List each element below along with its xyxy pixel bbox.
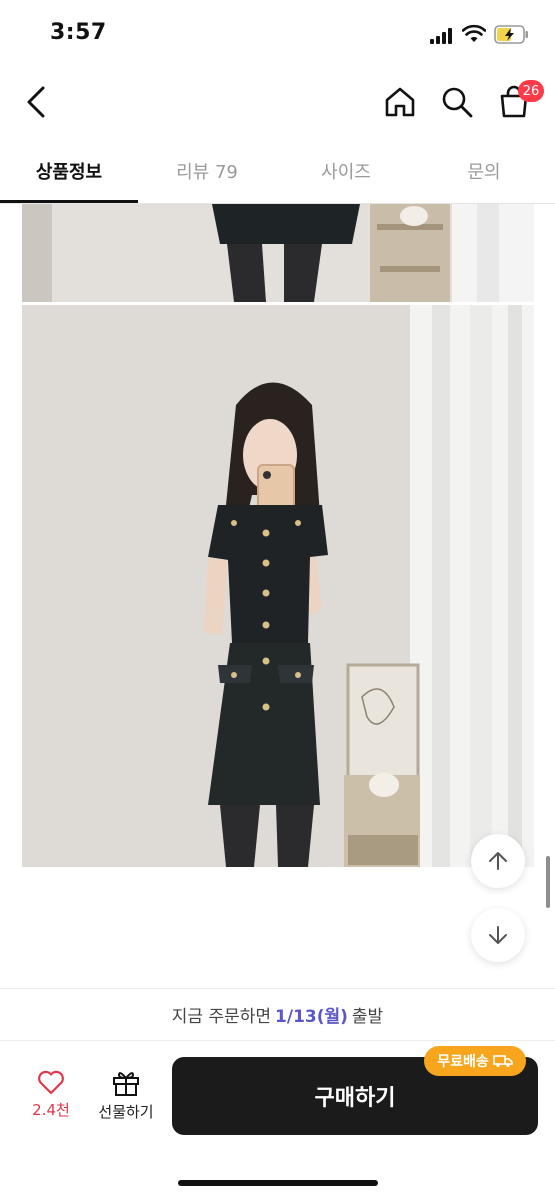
search-icon bbox=[442, 87, 473, 118]
wifi-icon bbox=[462, 24, 486, 42]
battery-charging-icon bbox=[494, 25, 528, 44]
top-nav-bar bbox=[0, 66, 555, 140]
delivery-date: 1/13(월) bbox=[275, 1007, 348, 1027]
search-button[interactable] bbox=[437, 82, 477, 122]
delivery-prefix: 지금 주문하면 bbox=[171, 1007, 272, 1027]
tab-product-info[interactable]: 상품정보 bbox=[0, 140, 138, 202]
like-button[interactable]: 2.4천 bbox=[22, 1069, 80, 1129]
product-image-2 bbox=[22, 305, 534, 867]
status-time: 3:57 bbox=[50, 20, 107, 45]
delivery-notice: 지금 주문하면 1/13(월) 출발 bbox=[0, 988, 555, 1040]
scrollbar[interactable] bbox=[546, 856, 550, 908]
delivery-suffix: 출발 bbox=[351, 1007, 384, 1027]
product-image-1 bbox=[22, 204, 534, 302]
like-count: 2.4천 bbox=[32, 1101, 70, 1119]
gift-label: 선물하기 bbox=[98, 1103, 154, 1121]
chevron-left-icon bbox=[27, 86, 45, 118]
truck-icon bbox=[492, 1055, 513, 1068]
back-button[interactable] bbox=[16, 82, 56, 122]
tab-reviews[interactable]: 리뷰 79 bbox=[138, 140, 276, 202]
gift-icon bbox=[113, 1072, 139, 1096]
active-tab-indicator bbox=[0, 200, 138, 203]
free-shipping-label: 무료배송 bbox=[437, 1054, 489, 1070]
status-bar: 3:57 bbox=[0, 0, 555, 66]
arrow-up-icon bbox=[489, 852, 507, 870]
scroll-to-top-button[interactable] bbox=[471, 834, 525, 888]
tab-size[interactable]: 사이즈 bbox=[277, 140, 415, 202]
home-indicator bbox=[178, 1180, 378, 1186]
signal-icon bbox=[430, 28, 454, 44]
cart-count-badge: 26 bbox=[518, 80, 544, 102]
scroll-to-bottom-button[interactable] bbox=[471, 908, 525, 962]
tab-inquiry[interactable]: 문의 bbox=[415, 140, 553, 202]
product-tabs: 상품정보 리뷰 79 사이즈 문의 bbox=[0, 140, 555, 204]
free-shipping-badge: 무료배송 bbox=[424, 1046, 526, 1076]
heart-icon bbox=[38, 1070, 64, 1095]
home-icon bbox=[385, 87, 415, 117]
gift-button[interactable]: 선물하기 bbox=[92, 1069, 160, 1129]
home-button[interactable] bbox=[380, 82, 420, 122]
arrow-down-icon bbox=[489, 926, 507, 944]
